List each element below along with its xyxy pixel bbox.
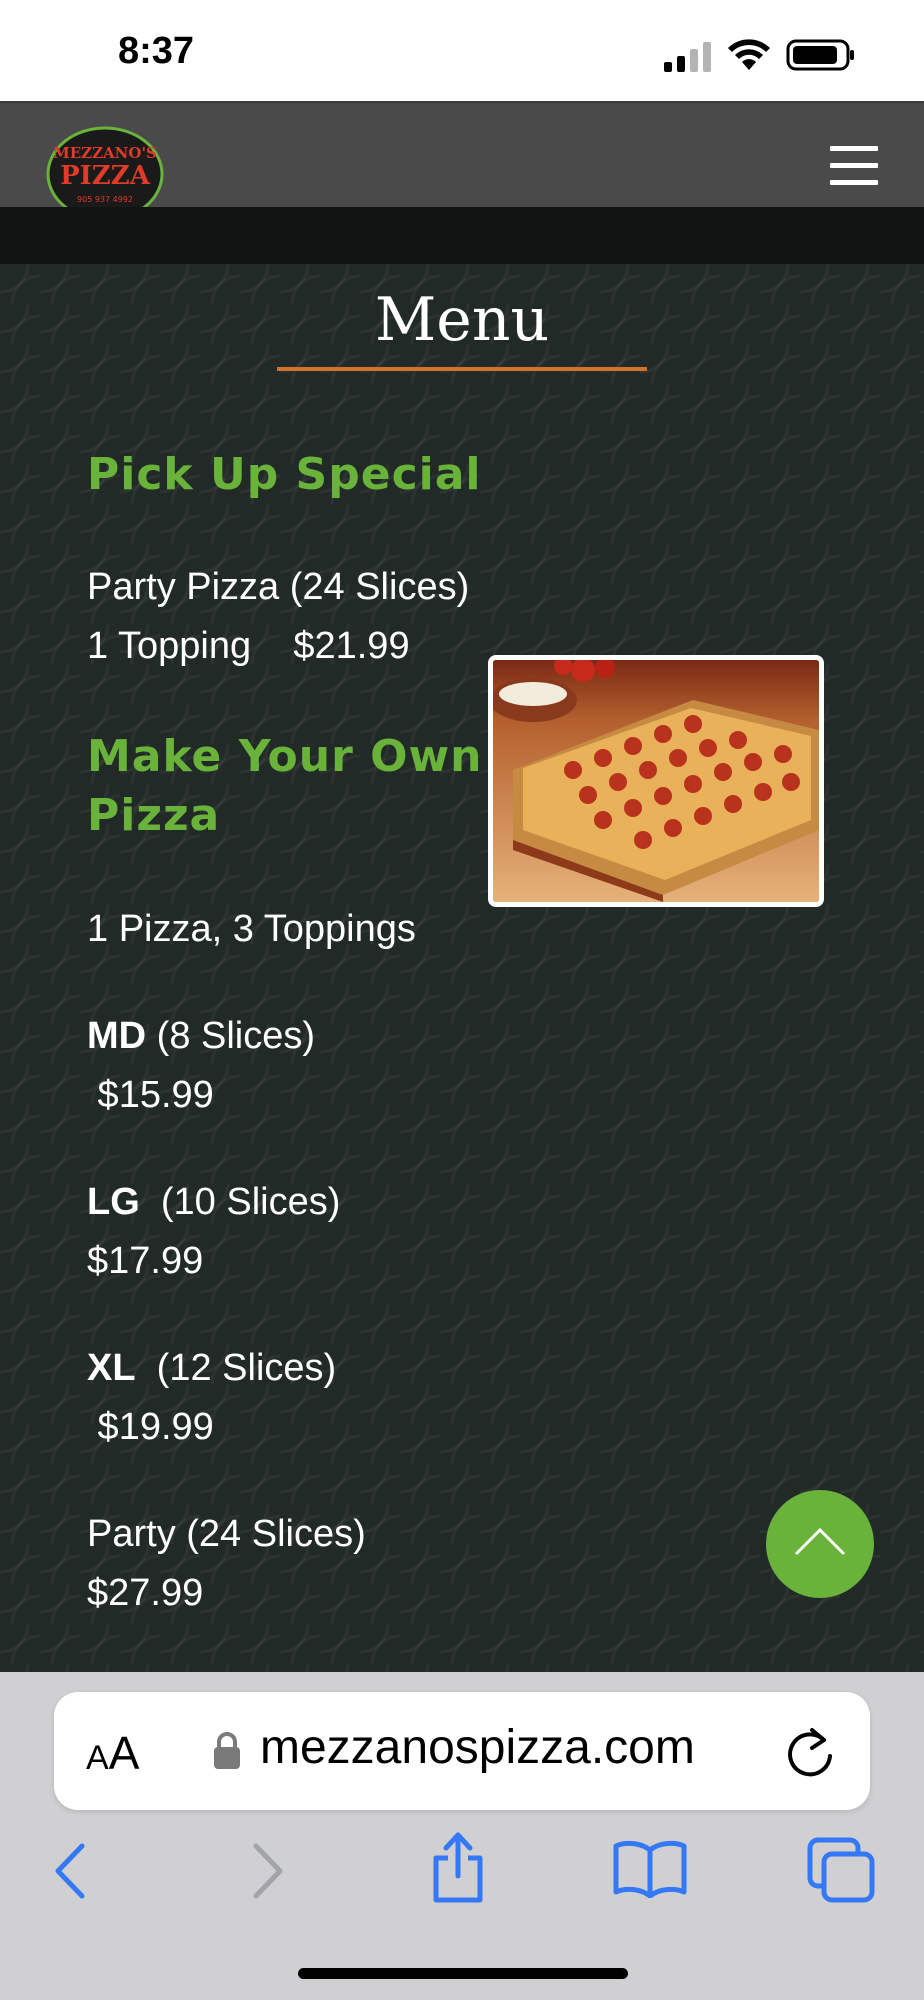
tabs-icon[interactable] [806,1836,876,1904]
bookmarks-icon[interactable] [612,1838,688,1898]
home-indicator[interactable] [298,1968,628,1979]
text-size-button[interactable]: AA [86,1726,139,1780]
size-xl-slices: (12 Slices) [135,1347,337,1389]
size-md-slices: (8 Slices) [146,1015,316,1057]
cellular-signal-icon [664,42,711,72]
size-md-price: $15.99 [87,1074,214,1116]
size-party-price: $27.99 [87,1572,204,1614]
scroll-to-top-button[interactable] [766,1490,874,1598]
size-lg-slices: (10 Slices) [139,1181,341,1223]
size-lg-line: LG (10 Slices) [87,1181,340,1224]
size-md-line: MD (8 Slices) [87,1015,315,1058]
make-your-own-heading-line2: Pizza [87,790,221,841]
aa-big: A [108,1727,140,1779]
title-divider [277,367,647,371]
make-your-own-intro: 1 Pizza, 3 Toppings [87,908,416,950]
status-time: 8:37 [118,30,195,72]
pizza-photo [488,655,824,907]
hamburger-menu-icon[interactable] [830,146,878,186]
size-xl-label: XL [87,1347,136,1389]
page-title: Menu [374,285,550,355]
wifi-icon [728,39,770,70]
aa-small: A [86,1739,109,1777]
size-md-label: MD [87,1015,147,1057]
logo-name: MEZZANO'S [53,144,157,162]
forward-icon[interactable] [248,1842,288,1900]
size-xl-line: XL (12 Slices) [87,1347,336,1390]
share-icon[interactable] [428,1830,488,1904]
size-lg-label: LG [87,1181,140,1223]
battery-icon [786,39,854,71]
header-band [0,207,924,264]
make-your-own-heading-line1: Make Your Own [87,731,483,782]
pickup-special-price: 1 Topping $21.99 [87,625,410,667]
pizza-image [493,660,819,902]
back-icon[interactable] [50,1842,90,1900]
make-your-own-heading: Make Your Own Pizza [87,727,483,845]
size-xl-price: $19.99 [87,1406,214,1448]
logo-phone: 905 937 4992 [77,195,133,204]
url-text[interactable]: mezzanospizza.com [260,1720,695,1775]
reload-icon[interactable] [784,1724,836,1780]
pickup-special-item: Party Pizza (24 Slices) [87,566,470,608]
lock-icon [214,1732,240,1769]
logo-word: PIZZA [60,161,151,191]
size-lg-price: $17.99 [87,1240,204,1282]
chevron-up-icon [794,1527,846,1556]
size-party-line: Party (24 Slices) [87,1513,366,1555]
pickup-special-heading: Pick Up Special [87,449,482,500]
